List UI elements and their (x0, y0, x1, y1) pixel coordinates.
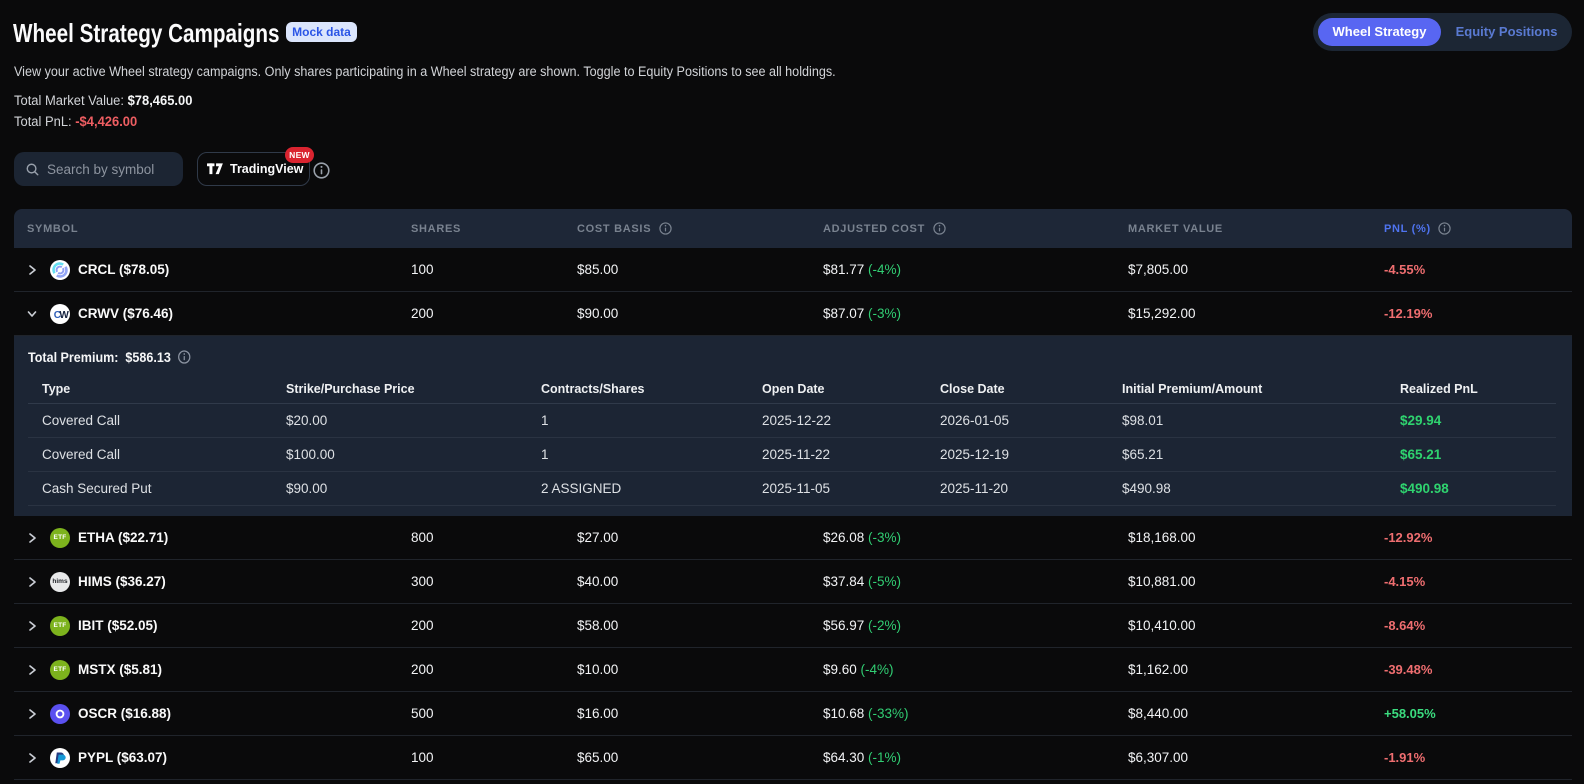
svg-text:W: W (59, 309, 69, 320)
